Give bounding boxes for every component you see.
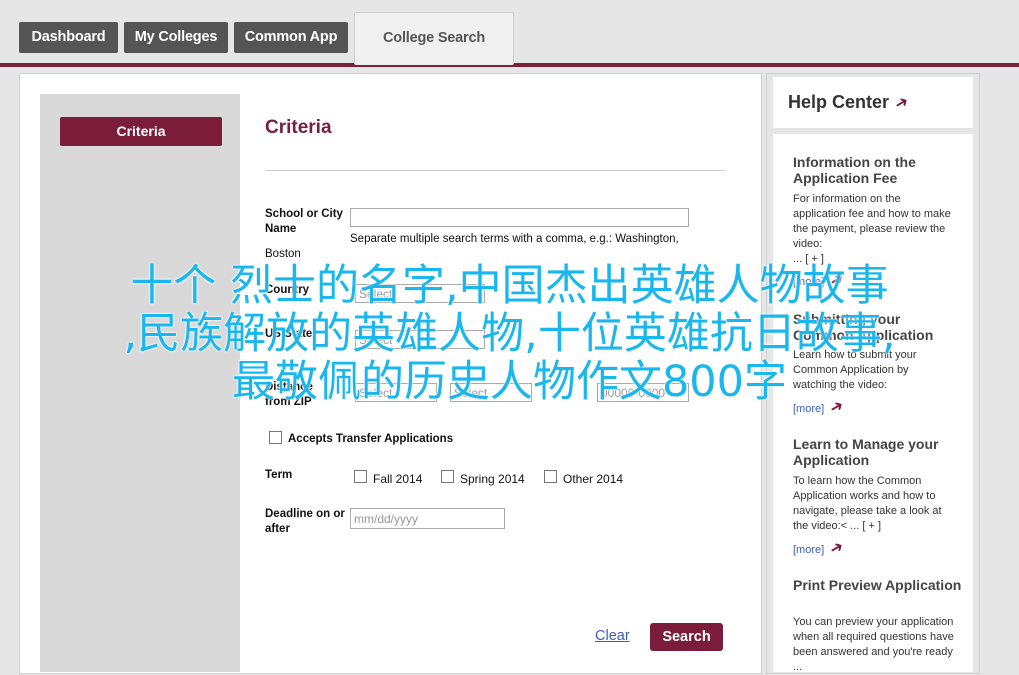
country-select[interactable]: Select <box>355 284 485 303</box>
term-other-checkbox[interactable] <box>544 470 557 483</box>
help-title-text: Help Center <box>788 92 890 112</box>
us-state-select[interactable]: Select <box>355 330 485 349</box>
term-label: Term <box>265 469 293 481</box>
school-input[interactable] <box>350 208 689 227</box>
more-link[interactable]: [more] ➜ <box>793 270 847 291</box>
tab-common-app[interactable]: Common App <box>234 22 348 53</box>
school-label: School or City Name <box>265 208 343 235</box>
more-link-text: [more] <box>793 544 825 556</box>
school-value: Boston <box>265 248 301 260</box>
search-button[interactable]: Search <box>650 623 723 651</box>
more-link-text: [more] <box>793 403 825 415</box>
more-link[interactable]: [more] ➜ <box>793 538 847 559</box>
criteria-sidebar <box>40 94 240 672</box>
transfer-checkbox[interactable] <box>269 431 282 444</box>
more-link-text: [more] <box>793 276 825 288</box>
more-link[interactable]: [more] ➜ <box>793 397 847 418</box>
help-section-text: To learn how the Common Application work… <box>793 475 942 532</box>
divider <box>265 170 725 171</box>
page-title: Criteria <box>265 117 332 138</box>
deadline-label: Deadline on or after <box>265 508 345 535</box>
term-spring-label: Spring 2014 <box>460 472 525 486</box>
help-section-text: You can preview your application when al… <box>793 616 954 673</box>
help-section-title: Submitting your Common Application <box>793 311 934 343</box>
help-title[interactable]: Help Center ➜ <box>788 92 912 114</box>
clear-link[interactable]: Clear <box>595 628 630 644</box>
term-fall-label: Fall 2014 <box>373 472 423 486</box>
help-section-title: Print Preview Application <box>793 577 962 593</box>
help-section-text: For information on the application fee a… <box>793 193 951 250</box>
deadline-input[interactable]: mm/dd/yyyy <box>350 508 505 529</box>
us-state-label: US State <box>265 328 313 340</box>
zip-input[interactable]: 00000-0000 <box>597 383 689 402</box>
distance-select[interactable]: Select <box>355 383 437 402</box>
term-other-label: Other 2014 <box>563 472 624 486</box>
school-hint: Separate multiple search terms with a co… <box>350 233 679 245</box>
help-section-text: Learn how to submit your Common Applicat… <box>793 349 917 391</box>
term-spring-checkbox[interactable] <box>441 470 454 483</box>
help-section-title: Information on the Application Fee <box>793 154 916 186</box>
help-section-title: Learn to Manage your Application <box>793 436 939 468</box>
criteria-button[interactable]: Criteria <box>60 117 222 146</box>
distance-label: Distance from ZIP <box>265 381 313 408</box>
tab-dashboard[interactable]: Dashboard <box>19 22 118 53</box>
transfer-label: Accepts Transfer Applications <box>288 433 454 445</box>
tab-my-colleges[interactable]: My Colleges <box>124 22 228 53</box>
tab-college-search[interactable]: College Search <box>354 12 514 65</box>
country-label: Country <box>265 284 310 296</box>
distance-select-2[interactable]: Select <box>450 383 532 402</box>
term-fall-checkbox[interactable] <box>354 470 367 483</box>
help-section-extra: ... [ + ] <box>793 253 824 265</box>
